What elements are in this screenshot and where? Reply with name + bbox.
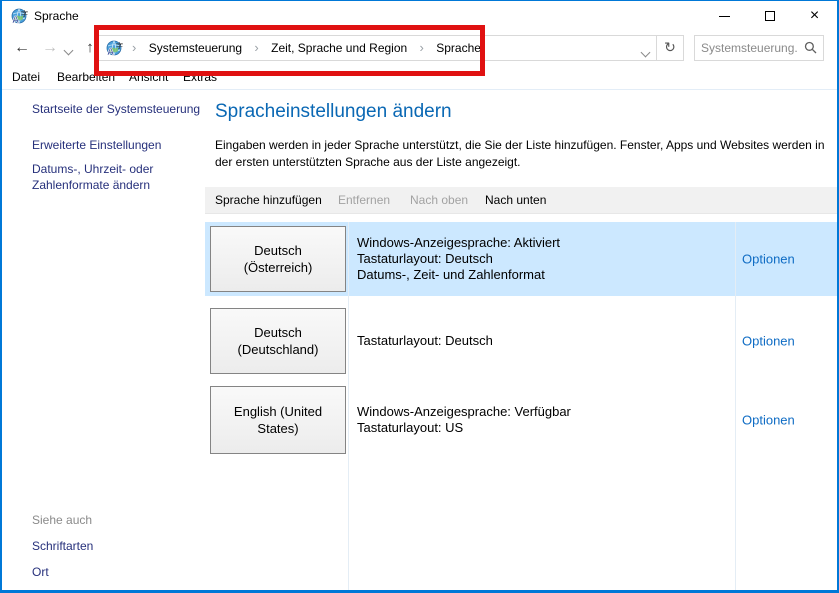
language-row-deutsch-oesterreich[interactable]: Deutsch (Österreich) Windows-Anzeigespra… bbox=[205, 222, 837, 296]
breadcrumb-item-zeit-sprache-region[interactable]: Zeit, Sprache und Region bbox=[265, 41, 413, 55]
breadcrumb-separator-icon: › bbox=[129, 40, 139, 55]
sidebar-item-ort[interactable]: Ort bbox=[32, 565, 49, 579]
options-link[interactable]: Optionen bbox=[742, 334, 795, 349]
forward-button: → bbox=[38, 31, 62, 66]
language-details: Windows-Anzeigesprache: Aktiviert Tastat… bbox=[357, 222, 560, 296]
language-row-english-us[interactable]: English (United States) Windows-Anzeiges… bbox=[205, 382, 837, 458]
menu-bearbeiten[interactable]: Bearbeiten bbox=[57, 66, 115, 88]
search-input[interactable] bbox=[701, 38, 797, 58]
detail-line: Tastaturlayout: US bbox=[357, 420, 571, 436]
breadcrumb: › Systemsteuerung › Zeit, Sprache und Re… bbox=[129, 36, 487, 60]
close-button[interactable]: × bbox=[792, 1, 837, 31]
menu-ansicht[interactable]: Ansicht bbox=[129, 66, 168, 88]
svg-text:字: 字 bbox=[21, 9, 28, 18]
breadcrumb-separator-icon: › bbox=[251, 40, 261, 55]
address-dropdown-button[interactable] bbox=[642, 45, 649, 59]
svg-text:A: A bbox=[12, 15, 19, 25]
list-toolbar: Sprache hinzufügen Entfernen Nach oben N… bbox=[205, 187, 837, 214]
see-also-header: Siehe auch bbox=[32, 513, 92, 527]
menu-extras[interactable]: Extras bbox=[183, 66, 217, 88]
maximize-button[interactable] bbox=[747, 1, 792, 31]
detail-line: Datums-, Zeit- und Zahlenformat bbox=[357, 267, 560, 283]
sidebar-item-schriftarten[interactable]: Schriftarten bbox=[32, 539, 93, 553]
language-tile-button[interactable]: Deutsch (Deutschland) bbox=[210, 308, 346, 374]
add-language-button[interactable]: Sprache hinzufügen bbox=[215, 187, 322, 213]
page-description: Eingaben werden in jeder Sprache unterst… bbox=[215, 137, 839, 171]
control-panel-window: A 字 Sprache × ← → ↑ A 字 › Systemsteuerun… bbox=[0, 0, 839, 593]
window-title: Sprache bbox=[34, 1, 79, 31]
language-details: Windows-Anzeigesprache: Verfügbar Tastat… bbox=[357, 382, 571, 458]
minimize-icon bbox=[719, 16, 730, 17]
refresh-button[interactable]: ↻ bbox=[656, 36, 683, 60]
page-title: Spracheinstellungen ändern bbox=[215, 101, 452, 123]
address-bar[interactable]: A 字 › Systemsteuerung › Zeit, Sprache un… bbox=[98, 35, 684, 61]
navigation-bar: ← → ↑ A 字 › Systemsteuerung › Zeit, Spra… bbox=[2, 31, 837, 66]
search-box bbox=[694, 35, 824, 61]
move-down-button[interactable]: Nach unten bbox=[485, 187, 546, 213]
breadcrumb-separator-icon: › bbox=[417, 40, 427, 55]
options-link[interactable]: Optionen bbox=[742, 252, 795, 267]
breadcrumb-item-sprache[interactable]: Sprache bbox=[430, 41, 487, 55]
sidebar-item-datumsformate[interactable]: Datums-, Uhrzeit- oder Zahlenformate änd… bbox=[32, 161, 184, 193]
menu-bar: Datei Bearbeiten Ansicht Extras bbox=[2, 66, 837, 90]
language-name: English (United States) bbox=[226, 403, 330, 437]
window-controls: × bbox=[702, 1, 837, 31]
title-bar: A 字 Sprache × bbox=[2, 1, 837, 31]
address-globe-icon: A 字 bbox=[106, 40, 123, 57]
language-row-deutsch-deutschland[interactable]: Deutsch (Deutschland) Tastaturlayout: De… bbox=[205, 304, 837, 378]
detail-line: Windows-Anzeigesprache: Aktiviert bbox=[357, 235, 560, 251]
language-details: Tastaturlayout: Deutsch bbox=[357, 304, 493, 378]
menu-datei[interactable]: Datei bbox=[12, 66, 40, 88]
list-column-divider bbox=[348, 222, 349, 590]
sidebar-item-startseite[interactable]: Startseite der Systemsteuerung bbox=[32, 102, 200, 116]
remove-button: Entfernen bbox=[338, 187, 390, 213]
detail-line: Tastaturlayout: Deutsch bbox=[357, 333, 493, 349]
magnifier-icon[interactable] bbox=[804, 41, 817, 54]
history-dropdown-button[interactable] bbox=[65, 43, 72, 57]
language-globe-icon: A 字 bbox=[11, 8, 28, 25]
close-icon: × bbox=[810, 8, 819, 24]
language-name: Deutsch (Österreich) bbox=[226, 242, 330, 276]
detail-line: Tastaturlayout: Deutsch bbox=[357, 251, 560, 267]
chevron-down-icon bbox=[641, 48, 651, 58]
back-button[interactable]: ← bbox=[10, 31, 34, 66]
options-link[interactable]: Optionen bbox=[742, 413, 795, 428]
language-name: Deutsch (Deutschland) bbox=[226, 324, 330, 358]
sidebar-item-erweiterte-einstellungen[interactable]: Erweiterte Einstellungen bbox=[32, 138, 161, 152]
list-column-divider bbox=[735, 222, 736, 590]
maximize-icon bbox=[765, 11, 775, 21]
minimize-button[interactable] bbox=[702, 1, 747, 31]
svg-text:字: 字 bbox=[116, 41, 123, 50]
language-tile-button[interactable]: Deutsch (Österreich) bbox=[210, 226, 346, 292]
breadcrumb-item-systemsteuerung[interactable]: Systemsteuerung bbox=[143, 41, 248, 55]
move-up-button: Nach oben bbox=[410, 187, 468, 213]
language-tile-button[interactable]: English (United States) bbox=[210, 386, 346, 454]
detail-line: Windows-Anzeigesprache: Verfügbar bbox=[357, 404, 571, 420]
svg-text:A: A bbox=[107, 47, 114, 57]
chevron-down-icon bbox=[64, 46, 74, 56]
